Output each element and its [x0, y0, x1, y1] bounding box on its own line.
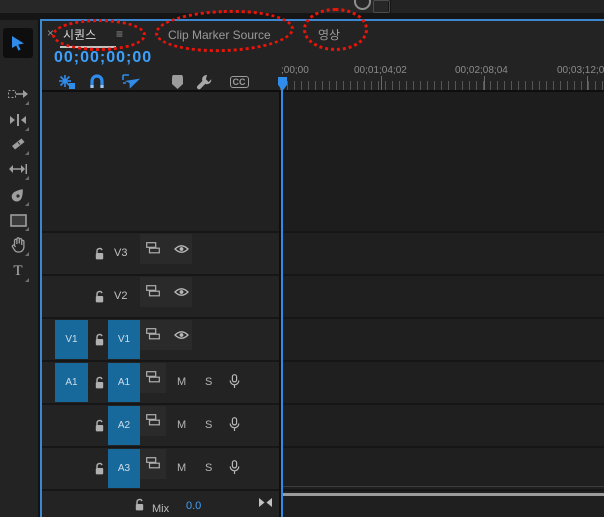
track-content-a1[interactable] [281, 362, 604, 403]
selection-arrow-icon [9, 34, 27, 52]
timeline-settings-wrench-icon[interactable] [194, 73, 216, 91]
track-header-a2: A2 M S [42, 405, 279, 446]
track-target-a3[interactable]: A3 [108, 449, 140, 488]
mute-button[interactable]: M [177, 419, 186, 431]
tab-video[interactable]: 영상 [318, 28, 340, 42]
lock-icon[interactable] [93, 462, 106, 476]
mix-track-label: Mix [152, 503, 169, 515]
captions-icon[interactable]: CC [228, 73, 250, 91]
track-output-eye-icon[interactable] [174, 287, 189, 297]
track-target-label[interactable]: V3 [114, 247, 127, 259]
nest-sequences-icon[interactable] [56, 73, 78, 91]
solo-button[interactable]: S [205, 376, 212, 388]
lock-icon[interactable] [93, 376, 106, 390]
slip-icon [9, 163, 27, 175]
lock-icon[interactable] [93, 290, 106, 304]
tab-sequence[interactable]: 시퀀스 [63, 28, 96, 42]
empty-track-header-space [42, 92, 279, 231]
ripple-edit-tool[interactable] [6, 108, 30, 132]
linked-selection-icon[interactable] [120, 73, 142, 91]
playhead-timecode[interactable]: 00;00;00;00 [54, 49, 152, 67]
mix-divider-line [281, 486, 604, 487]
track-content-v2[interactable] [281, 276, 604, 317]
hand-icon [11, 237, 26, 253]
ruler-label: 00;03;12;0 [557, 65, 604, 76]
razor-tool[interactable] [6, 132, 30, 156]
track-content-v3[interactable] [281, 233, 604, 274]
track-target-a1[interactable]: A1 [108, 363, 140, 402]
ruler-ticks[interactable] [280, 81, 604, 90]
track-header-a3: A3 M S [42, 448, 279, 489]
lock-icon[interactable] [93, 247, 106, 261]
rectangle-tool[interactable] [6, 208, 30, 232]
type-tool-glyph: T [13, 263, 22, 280]
ruler-label: ;00;00 [281, 65, 309, 76]
voiceover-mic-icon[interactable] [229, 460, 240, 475]
rectangle-icon [10, 214, 27, 227]
tools-panel-seam [38, 20, 40, 517]
mute-button[interactable]: M [177, 462, 186, 474]
mix-level-bar [281, 493, 604, 496]
empty-track-content-space [281, 92, 604, 231]
mix-level-value[interactable]: 0.0 [186, 500, 201, 512]
captions-label: CC [230, 76, 249, 88]
sync-lock-icon[interactable] [146, 328, 160, 340]
sync-lock-icon[interactable] [146, 242, 160, 254]
source-patch-v1[interactable]: V1 [55, 320, 88, 359]
razor-icon [10, 137, 26, 151]
type-tool[interactable]: T [6, 259, 30, 283]
track-content-a2[interactable] [281, 405, 604, 446]
slip-tool[interactable] [6, 157, 30, 181]
voiceover-mic-icon[interactable] [229, 417, 240, 432]
sync-lock-icon[interactable] [146, 457, 160, 469]
track-target-v1[interactable]: V1 [108, 320, 140, 359]
track-header-a1: A1 A1 M S [42, 362, 279, 403]
solo-button[interactable]: S [205, 462, 212, 474]
track-target-label[interactable]: V2 [114, 290, 127, 302]
tools-panel: T [0, 20, 38, 517]
ruler-label: 00;01;04;02 [354, 65, 407, 76]
track-content-v1[interactable] [281, 319, 604, 360]
track-output-eye-icon[interactable] [174, 330, 189, 340]
track-target-a2[interactable]: A2 [108, 406, 140, 445]
active-tab-underline [60, 46, 116, 48]
sync-lock-icon[interactable] [146, 414, 160, 426]
ruler-label: 00;02;08;04 [455, 65, 508, 76]
track-header-mix: Mix 0.0 [42, 491, 279, 517]
button-outline-icon[interactable] [373, 0, 390, 13]
ruler-major-tick [381, 76, 382, 90]
top-panel-strip-right [391, 0, 604, 13]
ruler-major-tick [587, 76, 588, 90]
snap-magnet-icon[interactable] [86, 73, 108, 91]
track-header-v2: V2 [42, 276, 279, 317]
panel-menu-icon[interactable]: ≡ [116, 27, 123, 41]
pen-tool[interactable] [6, 183, 30, 207]
mute-button[interactable]: M [177, 376, 186, 388]
lock-icon[interactable] [93, 333, 106, 347]
playhead-line[interactable] [281, 87, 283, 517]
track-content-a3[interactable] [281, 448, 604, 489]
sync-lock-icon[interactable] [146, 285, 160, 297]
track-header-v1: V1 V1 [42, 319, 279, 360]
keyframe-bowtie-icon[interactable] [258, 497, 273, 508]
voiceover-mic-icon[interactable] [229, 374, 240, 389]
track-select-forward-icon [8, 88, 28, 100]
hand-tool[interactable] [6, 233, 30, 257]
pen-icon [11, 187, 25, 203]
add-marker-icon[interactable] [166, 73, 188, 91]
track-select-forward-tool[interactable] [6, 82, 30, 106]
tab-clip-marker-source[interactable]: Clip Marker Source [168, 28, 271, 42]
lock-icon[interactable] [93, 419, 106, 433]
track-output-eye-icon[interactable] [174, 244, 189, 254]
solo-button[interactable]: S [205, 419, 212, 431]
timeline-panel: × 시퀀스 ≡ Clip Marker Source 영상 00;00;00;0… [42, 21, 604, 517]
panel-close-icon[interactable]: × [47, 26, 54, 40]
ruler-major-tick [484, 76, 485, 90]
source-patch-a1[interactable]: A1 [55, 363, 88, 402]
lock-icon[interactable] [133, 498, 146, 512]
track-header-v3: V3 [42, 233, 279, 274]
sync-lock-icon[interactable] [146, 371, 160, 383]
selection-tool[interactable] [3, 28, 33, 58]
ripple-edit-icon [8, 114, 28, 126]
